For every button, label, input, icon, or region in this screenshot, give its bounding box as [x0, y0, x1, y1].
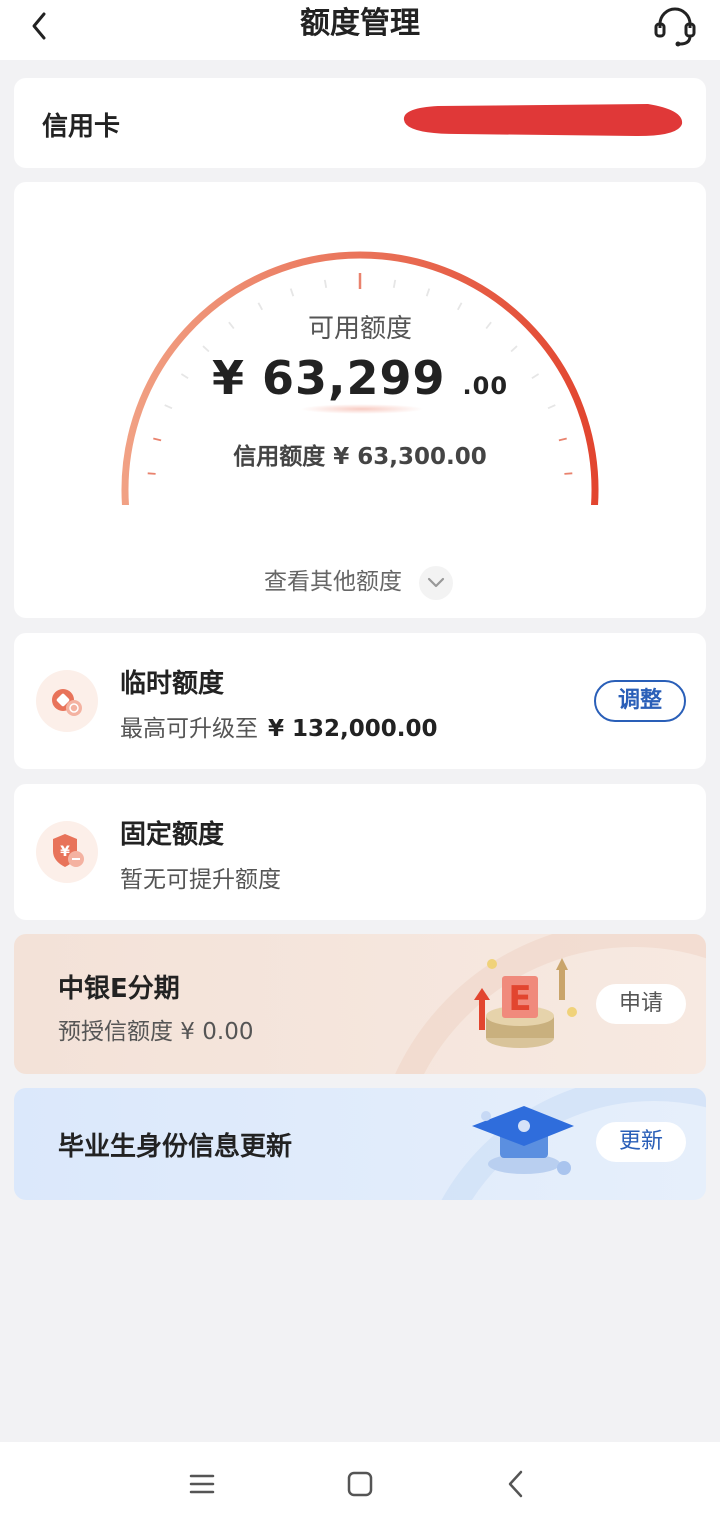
available-credit-label: 可用额度: [307, 314, 412, 344]
installment-illustration-icon: E: [474, 958, 577, 1048]
temp-quota-subtitle: 最高可升级至 ¥ 132,000.00: [120, 709, 438, 743]
headset-icon[interactable]: [652, 4, 698, 48]
installment-badge-letter: E: [508, 979, 531, 1019]
gauge-tick: [564, 472, 573, 475]
chevron-down-icon: [419, 565, 454, 600]
apply-button[interactable]: 申请: [596, 984, 686, 1024]
update-button[interactable]: 更新: [596, 1122, 686, 1162]
back-triangle-icon[interactable]: [496, 1464, 536, 1504]
page-title: 额度管理: [300, 6, 420, 41]
amount-underline-glow: [300, 404, 424, 414]
card-type-label: 信用卡: [42, 112, 121, 142]
system-nav-bar: [0, 1442, 720, 1525]
graduate-promo-banner[interactable]: 毕业生身份信息更新 更新: [14, 1088, 706, 1200]
gauge-tick: [147, 472, 156, 475]
fixed-quota-subtitle: 暂无可提升额度: [120, 867, 281, 893]
temp-quota-title: 临时额度: [120, 669, 225, 699]
graduation-cap-icon: [472, 1106, 574, 1175]
graduate-promo-title: 毕业生身份信息更新: [58, 1132, 293, 1162]
temp-quota-row[interactable]: 临时额度 最高可升级至 ¥ 132,000.00 调整: [14, 633, 706, 769]
home-square-icon[interactable]: [340, 1464, 380, 1504]
currency-symbol: ¥: [211, 351, 245, 405]
installment-promo-title: 中银E分期: [58, 974, 180, 1004]
fixed-quota-icon: ¥: [36, 821, 98, 883]
card-number-redaction: [403, 104, 683, 136]
adjust-button[interactable]: 调整: [594, 680, 686, 722]
temp-quota-subtitle-text: 最高可升级至: [120, 716, 258, 742]
gauge-tick: [425, 288, 431, 297]
available-cents: .00: [462, 372, 509, 400]
top-bar: 额度管理: [0, 0, 720, 60]
installment-promo-banner[interactable]: 中银E分期 预授信额度 ¥ 0.00 E 申请: [14, 934, 706, 1074]
installment-promo-subtitle: 预授信额度 ¥ 0.00: [58, 1019, 254, 1045]
gauge-tick: [392, 279, 397, 288]
gauge-tick: [289, 288, 295, 297]
credit-limit-text: 信用额度 ¥ 63,300.00: [233, 444, 487, 470]
view-other-quota-label: 查看其他额度: [264, 569, 402, 595]
fixed-quota-title: 固定额度: [120, 820, 225, 850]
gauge-tick: [323, 279, 328, 288]
temp-quota-icon: [36, 670, 98, 732]
menu-icon[interactable]: [182, 1464, 222, 1504]
view-other-quota-button[interactable]: 查看其他额度: [264, 564, 454, 600]
fixed-quota-row[interactable]: ¥ 固定额度 暂无可提升额度: [14, 784, 706, 920]
temp-quota-amount: ¥ 132,000.00: [268, 716, 438, 742]
available-integer: 63,299: [261, 351, 446, 405]
